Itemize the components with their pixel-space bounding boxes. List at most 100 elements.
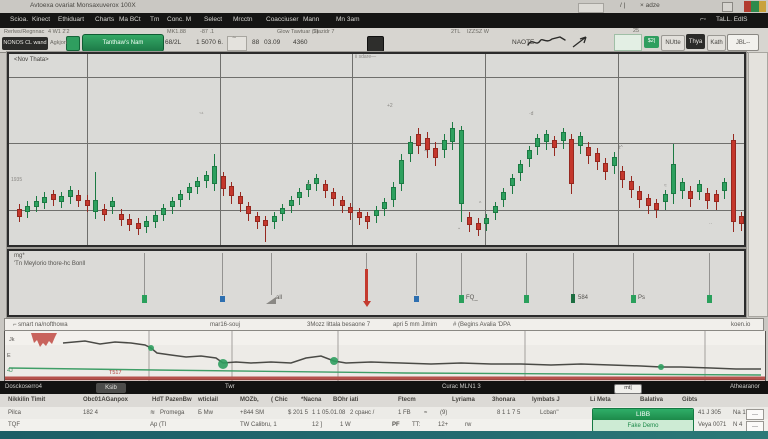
- account-trade-button-top[interactable]: LIBB: [593, 409, 693, 420]
- menu-item[interactable]: Mrcctn: [233, 16, 253, 24]
- menu-item[interactable]: Coacciuser: [266, 16, 299, 24]
- account-trade-button[interactable]: LIBB Fake Demo: [592, 408, 694, 432]
- menu-item[interactable]: TaLL. EdlS: [716, 16, 747, 24]
- symbol-button[interactable]: NONOS CL wand: [2, 37, 48, 50]
- window-button-icon[interactable]: [722, 2, 733, 12]
- column-header[interactable]: Nikkilin Timit: [8, 397, 45, 403]
- candle-body: [374, 210, 379, 216]
- quote-box[interactable]: [227, 36, 247, 51]
- status-tab[interactable]: Ksib: [96, 383, 126, 393]
- candle-plot-area[interactable]: [9, 54, 744, 245]
- column-header[interactable]: Gibts: [682, 397, 697, 403]
- column-header[interactable]: Iymbats J: [532, 397, 560, 403]
- svg-text:4J: 4J: [7, 368, 13, 374]
- column-header[interactable]: Lyriama: [452, 397, 475, 403]
- candle-body: [127, 219, 132, 225]
- titlebar-close-text[interactable]: × adze: [640, 2, 660, 10]
- column-header[interactable]: Li Meta: [590, 397, 611, 403]
- menu-item[interactable]: Select: [204, 16, 222, 24]
- label: 12 ]: [312, 422, 323, 428]
- tool-square-icon[interactable]: [367, 36, 384, 52]
- column-header[interactable]: MOZb,: [240, 397, 259, 403]
- marker-hairline: [573, 253, 574, 295]
- quick-order-button[interactable]: [66, 36, 80, 51]
- candle-body: [229, 186, 234, 196]
- trading-terminal-window: { "window": { "title": "Avtoexa ovariat …: [0, 0, 768, 439]
- column-header[interactable]: wticlail: [198, 397, 218, 403]
- marker-hairline: [416, 253, 417, 295]
- menu-item[interactable]: Ethiduart: [58, 16, 84, 24]
- signal-marker-d: [571, 294, 575, 303]
- menu-item[interactable]: Ma BCt: [119, 16, 141, 24]
- menu-item[interactable]: Conc. M: [167, 16, 191, 24]
- titlebar-mark: / |: [620, 2, 626, 9]
- toolbar-scribble: Agkjort: [50, 40, 68, 46]
- label: mg*: [14, 253, 25, 259]
- candle-body: [340, 200, 345, 206]
- menu-item[interactable]: Mn 3am: [336, 16, 359, 24]
- column-header[interactable]: Balativa: [640, 397, 663, 403]
- signal-marker-g: [459, 295, 464, 303]
- period-dropdown[interactable]: JBL--: [727, 34, 759, 51]
- candle-body: [646, 198, 651, 206]
- label: 1 5070 6.: [196, 39, 224, 46]
- table-stepper-box[interactable]: —: [746, 409, 764, 420]
- menu-item[interactable]: Mann: [303, 16, 319, 24]
- label: Twr: [225, 384, 235, 390]
- marker-hairline: [461, 253, 462, 295]
- candlestick-chart-pane[interactable]: <Nov Thata> ii sdare— 1935 ~¹ v. +2 ¬ ^ ·d t^ ≈ ·· ⌄: [7, 52, 746, 247]
- menu-item[interactable]: Kinect: [32, 16, 50, 24]
- menu-item[interactable]: Tm: [150, 16, 159, 24]
- buy-order-button[interactable]: Tanthaw's Nam: [82, 34, 164, 52]
- candle-body: [688, 191, 693, 199]
- chart-title: <Nov Thata>: [14, 57, 49, 63]
- label: IZZSZ W: [467, 29, 489, 35]
- label: Rerlws/Regnnac: [4, 29, 45, 35]
- label: 1935: [11, 177, 23, 183]
- lot-size-box[interactable]: [614, 34, 642, 51]
- candle-body: [433, 148, 438, 158]
- titlebar-dropdown[interactable]: [578, 3, 604, 13]
- price-chip[interactable]: $2|: [644, 36, 659, 48]
- candle-body: [552, 140, 557, 148]
- cursor-arrow-icon[interactable]: [572, 35, 590, 49]
- column-header[interactable]: BOhr iati: [333, 397, 358, 403]
- window-title: Avtoexa ovariat Monsaxuverox 100X: [30, 2, 136, 9]
- nutte-button[interactable]: NUtte: [661, 35, 685, 51]
- menu-item[interactable]: Scioa.: [10, 16, 28, 24]
- candle-body: [467, 217, 472, 225]
- menu-glyph: ⌐ᵕ: [700, 16, 707, 23]
- signal-marker-g: [631, 295, 636, 303]
- column-header[interactable]: Obc01AGanpox: [83, 397, 128, 403]
- candle-body: [705, 193, 710, 201]
- candle-body: [620, 171, 625, 180]
- menu-item[interactable]: Charts: [95, 16, 114, 24]
- column-header[interactable]: ( Chic: [271, 397, 288, 403]
- column-header[interactable]: HdT PazenBw: [152, 397, 192, 403]
- candle-body: [153, 215, 158, 222]
- label: 25: [633, 28, 640, 34]
- marker-label: Ps: [638, 295, 646, 301]
- column-header[interactable]: Ftecm: [398, 397, 416, 403]
- indicator-toggle[interactable]: ⌐ smart na/nofthowa: [13, 322, 68, 328]
- equity-chart-pane[interactable]: Jk E 4J T517: [4, 331, 766, 381]
- label: ··: [709, 221, 713, 227]
- candle-body: [391, 187, 396, 200]
- candle-body: [246, 206, 251, 214]
- label: -87 .1: [200, 29, 215, 35]
- status-strip: Ksib mt| Dosckoserro4 Twr Curac MLN1 3 Athe…: [0, 381, 768, 394]
- candle-body: [544, 134, 549, 142]
- candle-body: [663, 194, 668, 202]
- timeframe-active-button[interactable]: Thya: [686, 34, 705, 49]
- candle-body: [297, 192, 302, 198]
- label: 4360: [293, 39, 308, 46]
- signal-marker-g: [707, 295, 712, 303]
- column-header[interactable]: *Nacna: [301, 397, 321, 403]
- label: TT:: [412, 422, 421, 428]
- indicator-pane[interactable]: mg* 'Tn Meylorio thore-hc Bonll all FQ_ 584 P…: [7, 249, 746, 317]
- candle-body: [68, 190, 73, 197]
- gridline-vertical: [352, 54, 353, 245]
- column-header[interactable]: 3honara: [492, 397, 515, 403]
- app-logo-icon: [744, 1, 766, 12]
- kath-button[interactable]: Kath: [707, 35, 726, 51]
